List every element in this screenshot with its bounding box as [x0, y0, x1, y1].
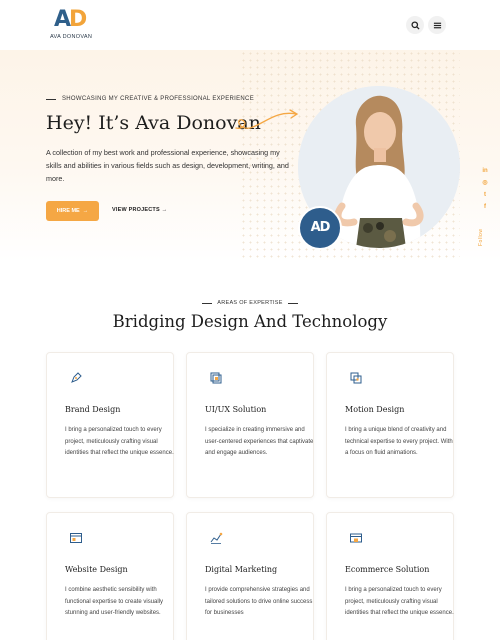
store-icon	[349, 531, 363, 545]
hero-description: A collection of my best work and profess…	[46, 148, 289, 183]
service-card-brand-design[interactable]: Brand Design I bring a personalized touc…	[46, 352, 174, 498]
service-card-uiux-solution[interactable]: UI/UX Solution I specialize in creating …	[186, 352, 314, 498]
card-title: Website Design	[65, 565, 128, 574]
hire-me-button[interactable]: HIRE ME →	[46, 201, 99, 221]
view-projects-link[interactable]: VIEW PROJECTS →	[112, 207, 167, 213]
card-description: I bring a unique blend of creativity and…	[345, 427, 453, 456]
logo-badge: AD	[298, 206, 342, 250]
layers-icon	[209, 371, 223, 385]
twitter-icon[interactable]: t	[484, 192, 486, 198]
service-card-motion-design[interactable]: Motion Design I bring a unique blend of …	[326, 352, 454, 498]
linkedin-icon[interactable]: in	[482, 168, 487, 174]
hero-title: Hey! It’s Ava Donovan	[46, 112, 261, 134]
hero-eyebrow: SHOWCASING MY CREATIVE & PROFESSIONAL EX…	[46, 96, 254, 102]
arrow-doodle-icon	[235, 109, 299, 129]
logo-name: AVA DONOVAN	[50, 34, 93, 40]
arrow-right-icon: →	[161, 207, 168, 213]
site-header: AD AVA DONOVAN	[0, 0, 500, 50]
logo[interactable]: AD AVA DONOVAN	[50, 8, 92, 42]
card-description: I provide comprehensive strategies and t…	[205, 587, 313, 616]
motion-icon	[349, 371, 363, 385]
expertise-title: Bridging Design And Technology	[112, 312, 388, 331]
card-title: UI/UX Solution	[205, 405, 267, 414]
card-title: Ecommerce Solution	[345, 565, 430, 574]
pen-icon	[69, 371, 83, 385]
card-title: Motion Design	[345, 405, 405, 414]
hero-section: SHOWCASING MY CREATIVE & PROFESSIONAL EX…	[0, 50, 500, 262]
browser-icon	[69, 531, 83, 545]
arrow-right-icon: →	[82, 208, 89, 214]
follow-label: Follow	[478, 228, 484, 246]
card-description: I bring a personalized touch to every pr…	[65, 427, 174, 456]
menu-button[interactable]	[428, 16, 446, 34]
card-description: I bring a personalized touch to every pr…	[345, 587, 454, 616]
search-icon	[410, 20, 420, 30]
menu-icon	[433, 22, 441, 28]
service-card-ecommerce-solution[interactable]: Ecommerce Solution I bring a personalize…	[326, 512, 454, 640]
card-title: Digital Marketing	[205, 565, 278, 574]
service-card-digital-marketing[interactable]: Digital Marketing I provide comprehensiv…	[186, 512, 314, 640]
instagram-icon[interactable]: ◎	[482, 180, 487, 186]
logo-mark: AD	[54, 7, 87, 32]
social-links: in ◎ t f	[480, 168, 490, 210]
card-title: Brand Design	[65, 405, 121, 414]
card-description: I combine aesthetic sensibility with fun…	[65, 587, 164, 616]
search-button[interactable]	[406, 16, 424, 34]
expertise-eyebrow: AREAS OF EXPERTISE	[0, 300, 500, 306]
service-card-website-design[interactable]: Website Design I combine aesthetic sensi…	[46, 512, 174, 640]
card-description: I specialize in creating immersive and u…	[205, 427, 314, 456]
marketing-icon	[209, 531, 223, 545]
facebook-icon[interactable]: f	[484, 204, 486, 210]
